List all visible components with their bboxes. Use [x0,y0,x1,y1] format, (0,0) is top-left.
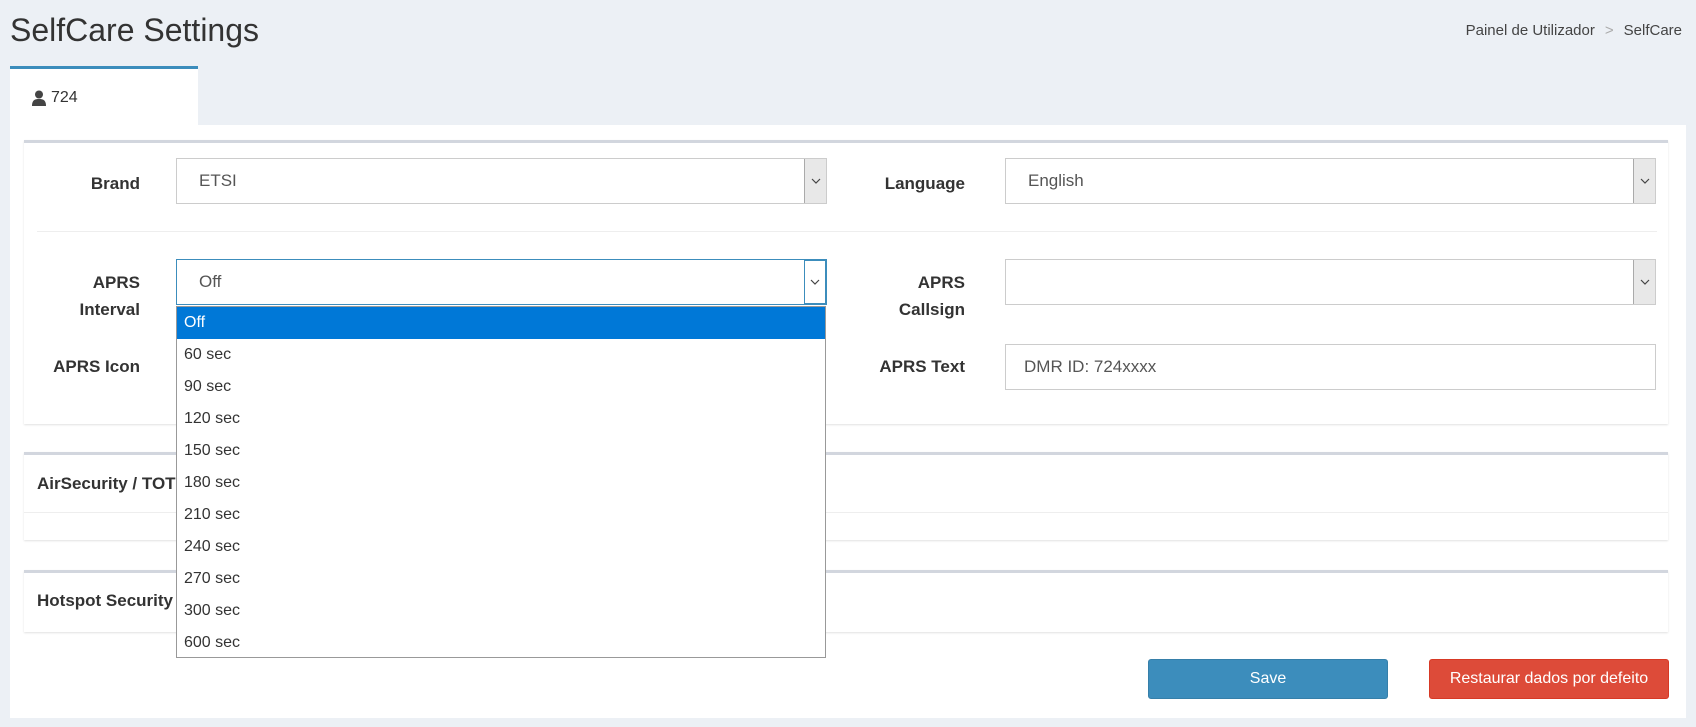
chevron-down-icon[interactable] [1633,260,1655,304]
breadcrumb: Painel de Utilizador > SelfCare [1466,22,1682,39]
language-select-value: English [1028,171,1084,190]
brand-select[interactable]: ETSI [176,158,827,204]
dropdown-option[interactable]: 270 sec [177,563,825,595]
dropdown-option[interactable]: 150 sec [177,435,825,467]
breadcrumb-current: SelfCare [1623,22,1682,39]
dropdown-option[interactable]: 180 sec [177,467,825,499]
hotspot-section-title[interactable]: Hotspot Security [37,591,173,611]
dropdown-option[interactable]: 60 sec [177,339,825,371]
aprs-interval-select[interactable]: Off [176,259,827,305]
dropdown-option[interactable]: 240 sec [177,531,825,563]
aprs-interval-label-line1: APRS [92,273,140,292]
aprs-interval-select-value: Off [199,272,222,291]
page-title: SelfCare Settings [10,12,260,48]
dropdown-option[interactable]: Off [177,307,825,339]
aprs-text-input[interactable]: DMR ID: 724xxxx [1005,344,1656,390]
tab-bar: 724 [10,66,1686,126]
dropdown-option[interactable]: 600 sec [177,627,825,657]
brand-label: Brand [90,174,140,193]
aprs-callsign-label-line1: APRS [917,273,965,292]
breadcrumb-separator: > [1604,22,1614,39]
form-divider [37,231,1657,232]
aprs-interval-label-line2: Interval [79,300,140,319]
chevron-down-icon[interactable] [1633,159,1655,203]
tab-label: 724 [51,88,78,106]
dropdown-option[interactable]: 120 sec [177,403,825,435]
language-select[interactable]: English [1005,158,1656,204]
aprs-interval-label: APRS Interval [40,269,140,323]
user-icon [32,90,46,106]
restore-defaults-button[interactable]: Restaurar dados por defeito [1429,659,1669,699]
language-label: Language [884,174,965,193]
breadcrumb-link-dashboard[interactable]: Painel de Utilizador [1466,22,1595,39]
save-button[interactable]: Save [1148,659,1388,699]
chevron-down-icon[interactable] [804,260,826,304]
brand-select-value: ETSI [199,171,237,190]
aprs-callsign-select[interactable] [1005,259,1656,305]
aprs-text-label: APRS Text [879,357,965,376]
aprs-icon-label: APRS Icon [53,357,140,376]
tab-user-724[interactable]: 724 [10,66,198,126]
aprs-callsign-label-line2: Callsign [898,300,965,319]
dropdown-option[interactable]: 300 sec [177,595,825,627]
aprs-callsign-label: APRS Callsign [865,269,965,323]
chevron-down-icon[interactable] [804,159,826,203]
airsecurity-section-title[interactable]: AirSecurity / TOT [37,474,176,494]
dropdown-option[interactable]: 210 sec [177,499,825,531]
aprs-interval-dropdown: Off 60 sec 90 sec 120 sec 150 sec 180 se… [176,306,826,658]
dropdown-option[interactable]: 90 sec [177,371,825,403]
